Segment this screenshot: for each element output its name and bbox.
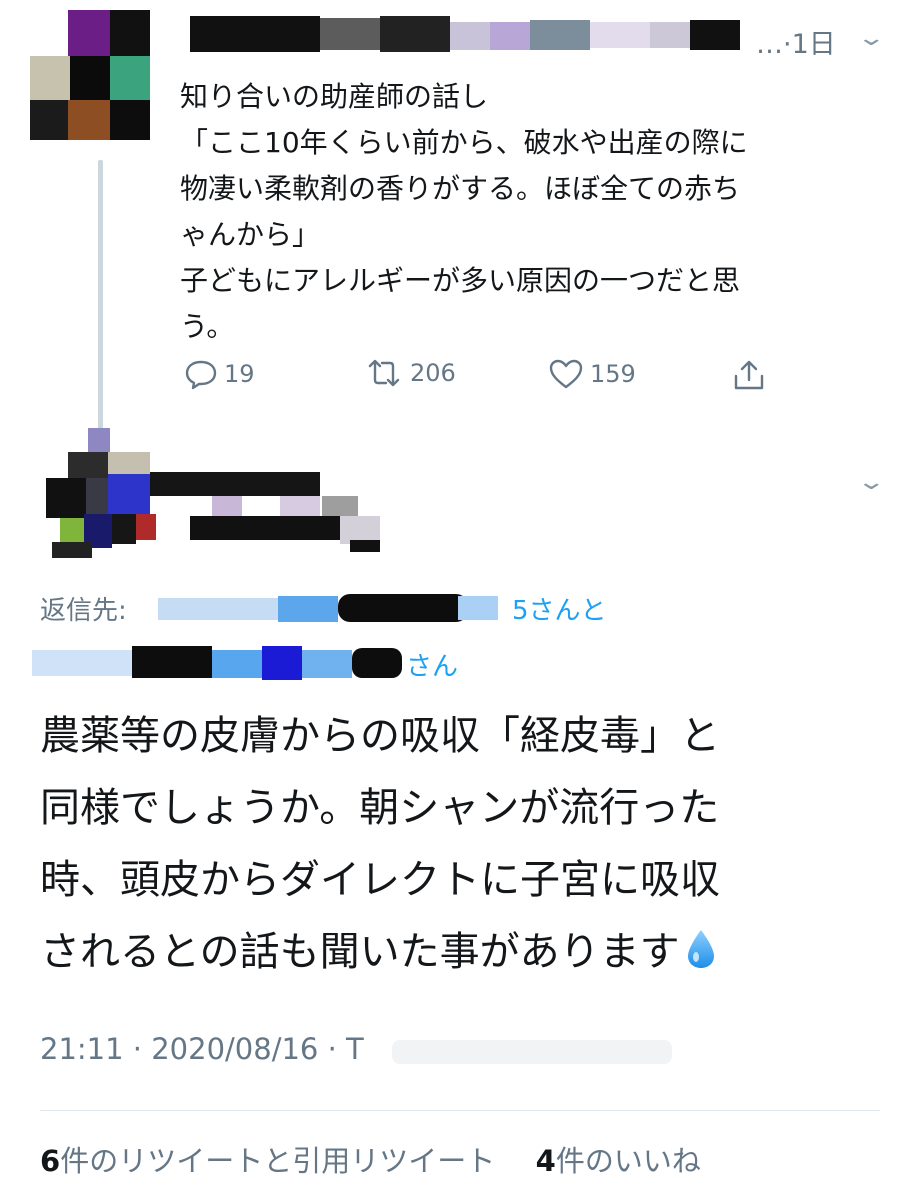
- tweet-text: 知り合いの助産師の話し 「ここ10年くらい前から、破水や出産の際に 物凄い柔軟剤…: [180, 74, 880, 350]
- engagement-stats: 6件のリツイートと引用リツイート 4件のいいね: [40, 1138, 701, 1180]
- tweet-text: 農薬等の皮膚からの吸収「経皮毒」と 同様でしょうか。朝シャンが流行った 時、頭皮…: [40, 700, 900, 988]
- tweet-time[interactable]: …·1日: [756, 22, 836, 61]
- retweet-total: 6: [40, 1144, 61, 1178]
- like-count: 159: [590, 360, 636, 388]
- tweet-line: 同様でしょうか。朝シャンが流行った: [40, 785, 720, 831]
- like-label: 件のいいね: [555, 1144, 701, 1178]
- reply-mention[interactable]: さん: [406, 646, 458, 683]
- retweets-stat[interactable]: 6件のリツイートと引用リツイート: [40, 1144, 495, 1178]
- more-chevron-down-icon[interactable]: ⌄: [856, 470, 886, 495]
- reply-to-line: 返信先: 5さんと: [40, 590, 607, 627]
- tweet-line: 時、頭皮からダイレクトに子宮に吸収: [40, 857, 720, 903]
- tweet-line: されるとの話も聞いた事があります: [40, 916, 900, 988]
- timestamp-text: 21:11 · 2020/08/16 · T: [40, 1032, 364, 1066]
- redacted-client: [392, 1038, 672, 1066]
- reply-to-prefix: 返信先:: [40, 596, 127, 626]
- likes-stat[interactable]: 4件のいいね: [536, 1144, 701, 1178]
- reply-count: 19: [224, 360, 255, 388]
- tweet-line: 物凄い柔軟剤の香りがする。ほぼ全ての赤ち: [180, 172, 741, 205]
- retweet-arrows-icon: [368, 359, 400, 387]
- redacted-mention[interactable]: [32, 644, 402, 682]
- tweet-line-text: されるとの話も聞いた事があります: [40, 929, 680, 975]
- tweet-line: 子どもにアレルギーが多い原因の一つだと思: [180, 264, 741, 297]
- tweet-line: 知り合いの助産師の話し: [180, 80, 489, 113]
- redacted-author-name[interactable]: [150, 462, 390, 552]
- heart-outline-icon: [549, 359, 583, 389]
- reply-button[interactable]: 19: [184, 358, 255, 390]
- tweet-line: う。: [180, 310, 235, 343]
- avatar[interactable]: [46, 428, 156, 558]
- retweet-label: 件のリツイートと引用リツイート: [60, 1144, 496, 1178]
- speech-bubble-icon: [185, 360, 217, 390]
- retweet-count: 206: [410, 359, 456, 387]
- redacted-author-name[interactable]: [190, 14, 740, 54]
- avatar[interactable]: [30, 10, 150, 140]
- tweet-line: 「ここ10年くらい前から、破水や出産の際に: [180, 126, 748, 159]
- divider: [40, 1110, 880, 1111]
- reply-mention[interactable]: 5さんと: [512, 590, 607, 627]
- thread-connector: [98, 160, 103, 430]
- tweet-line: 農薬等の皮膚からの吸収「経皮毒」と: [40, 713, 720, 759]
- retweet-button[interactable]: 206: [364, 358, 456, 388]
- like-total: 4: [535, 1144, 556, 1178]
- more-chevron-down-icon[interactable]: ⌄: [856, 26, 886, 51]
- tweet-timestamp[interactable]: 21:11 · 2020/08/16 · T: [40, 1032, 672, 1066]
- share-upload-icon: [734, 360, 764, 390]
- redacted-mention[interactable]: [158, 592, 508, 624]
- droplet-emoji: [687, 930, 714, 968]
- share-button[interactable]: [732, 358, 766, 392]
- tweet-line: ゃんから」: [180, 218, 321, 251]
- like-button[interactable]: 159: [548, 358, 636, 390]
